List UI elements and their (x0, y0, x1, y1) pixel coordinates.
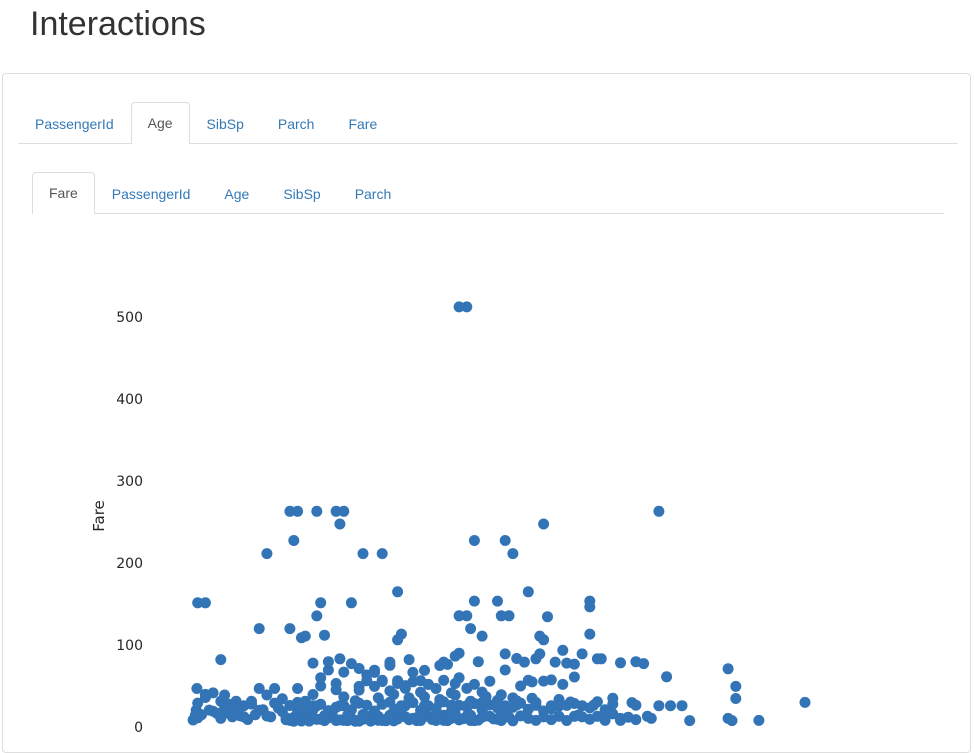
page-title: Interactions (30, 5, 206, 43)
inner-tab-passengerid[interactable]: PassengerId (95, 173, 208, 214)
interactions-panel: PassengerId Age SibSp Parch Fare Fare Pa… (2, 73, 971, 753)
outer-tab-sibsp[interactable]: SibSp (190, 103, 261, 144)
inner-tab-age[interactable]: Age (207, 173, 266, 214)
inner-tab-parch[interactable]: Parch (338, 173, 409, 214)
inner-variable-tabs: Fare PassengerId Age SibSp Parch (32, 172, 944, 214)
outer-tab-parch[interactable]: Parch (261, 103, 332, 144)
inner-tab-fare[interactable]: Fare (32, 172, 95, 214)
outer-tab-age[interactable]: Age (130, 102, 190, 144)
outer-variable-tabs: PassengerId Age SibSp Parch Fare (18, 102, 958, 144)
outer-tab-fare[interactable]: Fare (331, 103, 394, 144)
inner-tab-sibsp[interactable]: SibSp (266, 173, 337, 214)
outer-tab-passengerid[interactable]: PassengerId (18, 103, 131, 144)
